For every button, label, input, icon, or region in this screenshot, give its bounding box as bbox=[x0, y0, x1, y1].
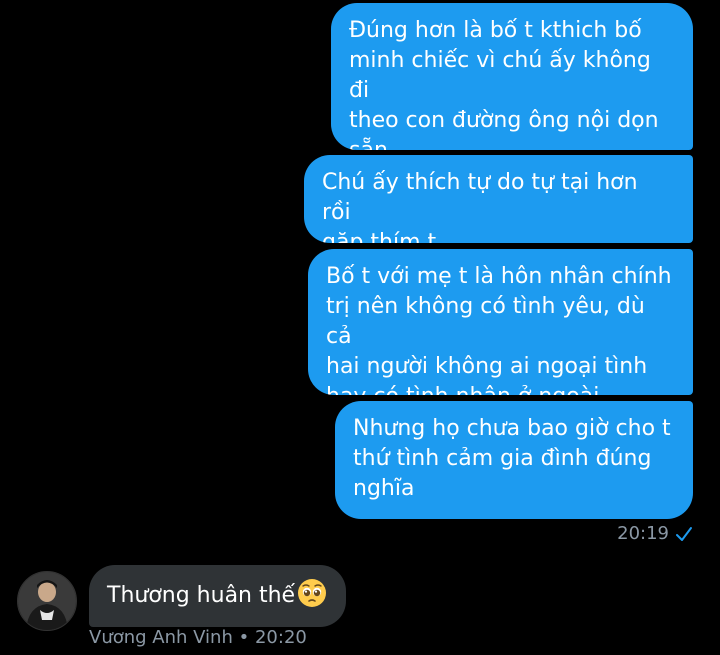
read-check-icon bbox=[675, 525, 693, 543]
outgoing-message-1[interactable]: Đúng hơn là bố t kthich bố minh chiếc vì… bbox=[331, 3, 693, 150]
outgoing-message-4[interactable]: Nhưng họ chưa bao giờ cho t thứ tình cảm… bbox=[335, 401, 693, 519]
meta-separator: • bbox=[238, 627, 250, 648]
incoming-message[interactable]: Thương huân thế bbox=[89, 565, 346, 627]
sender-avatar[interactable] bbox=[17, 571, 77, 631]
outgoing-timestamp: 20:19 bbox=[617, 523, 669, 544]
sender-name[interactable]: Vương Anh Vinh bbox=[89, 627, 233, 648]
incoming-message-text: Thương huân thế bbox=[107, 583, 296, 608]
pleading-face-emoji bbox=[297, 571, 327, 607]
outgoing-message-3[interactable]: Bố t với mẹ t là hôn nhân chính trị nên … bbox=[308, 249, 693, 395]
outgoing-meta: 20:19 bbox=[617, 523, 693, 544]
outgoing-message-2[interactable]: Chú ấy thích tự do tự tại hơn rồi gặp th… bbox=[304, 155, 693, 243]
incoming-timestamp: 20:20 bbox=[254, 627, 307, 648]
incoming-meta: Vương Anh Vinh • 20:20 bbox=[89, 627, 307, 648]
